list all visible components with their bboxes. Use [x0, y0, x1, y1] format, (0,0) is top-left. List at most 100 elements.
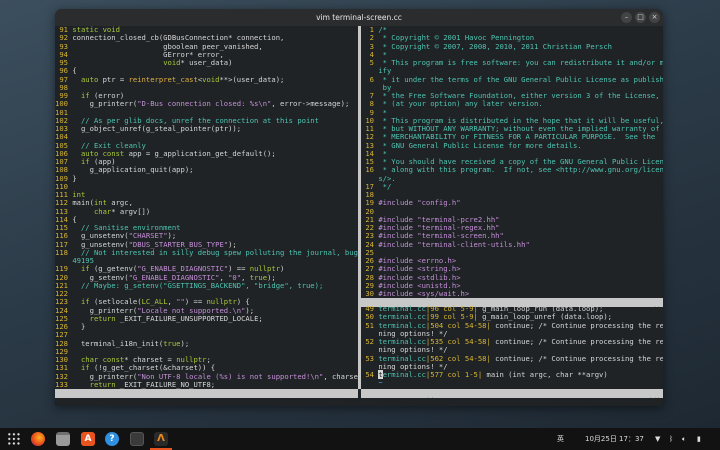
code-line: 110	[55, 182, 358, 191]
code-token: * it under the terms of the GNU General …	[378, 74, 663, 84]
code-token: "terminal-client-utils.hh"	[417, 239, 530, 249]
taskbar: A ? Λ 英 10月25日 17：37 ▼ ᛒ 🔈︎ ▮	[0, 428, 720, 450]
code-line: 125 return _EXIT_FAILURE_UNSUPPORTED_LOC…	[55, 313, 358, 323]
status-file: [Quickfix 列表]	[378, 396, 441, 406]
status-pos: 112,1	[283, 396, 305, 406]
code-token: terminal_i18n_init(	[72, 338, 164, 348]
code-token: #include	[378, 239, 418, 249]
code-line: 121 // Maybe: g_setenv("GSETTINGS_BACKEN…	[55, 280, 358, 290]
code-line: 54 terminal.cc|577 col 1-5| main (int ar…	[361, 370, 663, 379]
code-token: }	[72, 173, 77, 183]
code-token: app = g_application_get_default();	[124, 148, 276, 158]
code-token: )	[280, 264, 285, 274]
code-line: s/>.	[361, 174, 663, 183]
code-line: 95 void* user_data)	[55, 58, 358, 67]
code-token: // Not interested in silly debug spew po…	[72, 247, 358, 257]
code-line: 118 // Not interested in silly debug spe…	[55, 247, 358, 257]
code-line: 30 #include <sys/wait.h>	[361, 289, 663, 298]
terminal-window: vim terminal-screen.cc – □ × 91 static v…	[55, 9, 663, 406]
code-token: char	[93, 206, 112, 216]
firefox-icon[interactable]	[31, 432, 45, 446]
quickfix-pane[interactable]: 49 terminal.cc|96 col 5-9| g_main_loop_r…	[361, 305, 663, 388]
code-line: 17 */	[361, 181, 663, 191]
window-title: vim terminal-screen.cc	[316, 13, 402, 22]
wifi-icon[interactable]: ▼	[655, 428, 660, 450]
code-token: _EXIT_FAILURE_NO_UTF8;	[115, 379, 216, 389]
code-token: * (at your option) any later version.	[378, 99, 543, 109]
code-token: ~	[378, 378, 383, 388]
code-token: */	[378, 181, 392, 191]
status-pos: 54,1	[553, 396, 571, 406]
code-line: 133 return _EXIT_FAILURE_NO_UTF8;	[55, 379, 358, 389]
status-file: prefs-main.cc	[72, 396, 129, 406]
bluetooth-icon[interactable]: ᛒ	[669, 428, 673, 450]
code-line: 126 }	[55, 322, 358, 331]
code-token: |577 col 1-5|	[425, 370, 483, 379]
maximize-button[interactable]: □	[635, 12, 646, 23]
code-token: _EXIT_FAILURE_UNSUPPORTED_LOCALE;	[115, 313, 263, 323]
left-status-line: prefs-main.cc 112,1 38%	[55, 389, 358, 405]
code-token: #include	[378, 198, 418, 208]
code-token: , charset);	[323, 371, 358, 381]
code-line: 108 g_application_quit(app);	[55, 166, 358, 174]
minimize-button[interactable]: –	[621, 12, 632, 23]
code-token: * argv[])	[111, 206, 151, 216]
code-token: // Maybe: g_setenv("GSETTINGS_BACKEND", …	[72, 280, 324, 290]
volume-icon[interactable]: 🔈︎	[682, 428, 686, 450]
app-grid-icon[interactable]	[7, 432, 21, 446]
code-token: );	[180, 338, 190, 348]
code-token: * GNU General Public License for more de…	[378, 140, 582, 150]
code-token: auto	[80, 74, 99, 84]
line-number	[361, 378, 378, 387]
clock[interactable]: 10月25日 17：37	[585, 428, 644, 450]
code-token: , error->message);	[271, 99, 350, 109]
close-button[interactable]: ×	[649, 12, 660, 23]
code-token: * Copyright © 2007, 2008, 2010, 2011 Chr…	[378, 41, 612, 51]
code-token: main (int argc, char **argv)	[482, 370, 608, 379]
status-pct: 38%	[343, 396, 356, 406]
alacritty-icon[interactable]: Λ	[154, 432, 168, 446]
code-line: ~	[361, 379, 663, 387]
code-token: g_application_quit(app);	[72, 165, 194, 175]
code-token: "D-Bus connection closed: %s\n"	[137, 99, 272, 109]
quickfix-status-line: [Quickfix 列表] 54,1 底端	[361, 389, 663, 405]
code-token: void	[202, 74, 220, 84]
code-token: return	[89, 379, 116, 389]
code-token: erminal.cc	[382, 370, 426, 379]
help-icon[interactable]: ?	[105, 432, 119, 446]
status-pct: 底端	[646, 396, 661, 406]
code-token: continue; /* Continue processing the rem…	[490, 337, 663, 346]
code-line: 97 auto ptr = reinterpret_cast<void**>(u…	[55, 74, 358, 84]
code-token: true	[163, 338, 181, 348]
code-token: reinterpret_cast	[128, 74, 198, 84]
battery-icon[interactable]: ▮	[697, 428, 701, 450]
files-icon[interactable]	[56, 432, 70, 446]
code-line: 13 * GNU General Public License for more…	[361, 140, 663, 150]
line-number: 133	[55, 379, 73, 389]
code-token: g_printerr(	[72, 99, 138, 109]
code-token: g_object_unref(g_steal_pointer(ptr));	[72, 124, 242, 133]
app-store-icon[interactable]: A	[81, 432, 95, 446]
code-token: * user_data)	[180, 58, 233, 67]
code-token: }	[72, 322, 86, 331]
code-line: 109 }	[55, 173, 358, 183]
title-bar[interactable]: vim terminal-screen.cc – □ ×	[55, 9, 663, 26]
code-line: 8 * (at your option) any later version.	[361, 100, 663, 108]
code-token: return	[89, 313, 116, 323]
code-token: ptr =	[98, 74, 129, 84]
code-token: #include	[378, 289, 418, 298]
code-token: continue; /* Continue processing the rem…	[490, 353, 663, 363]
right-editor-pane[interactable]: 1 /* 2 * Copyright © 2001 Havoc Penningt…	[361, 26, 663, 298]
code-line: 103 g_object_unref(g_steal_pointer(ptr))…	[55, 124, 358, 133]
code-line: 19 #include "config.h"	[361, 199, 663, 207]
code-token: void	[163, 58, 181, 67]
code-line: 128 terminal_i18n_init(true);	[55, 338, 358, 348]
code-token: * This program is free software: you can…	[378, 58, 663, 67]
terminal-icon[interactable]	[130, 432, 144, 446]
code-line: 6 * it under the terms of the GNU Genera…	[361, 74, 663, 84]
input-method-indicator[interactable]: 英	[557, 428, 564, 450]
left-editor-pane[interactable]: 91 static void 92 connection_closed_cb(G…	[55, 26, 358, 389]
